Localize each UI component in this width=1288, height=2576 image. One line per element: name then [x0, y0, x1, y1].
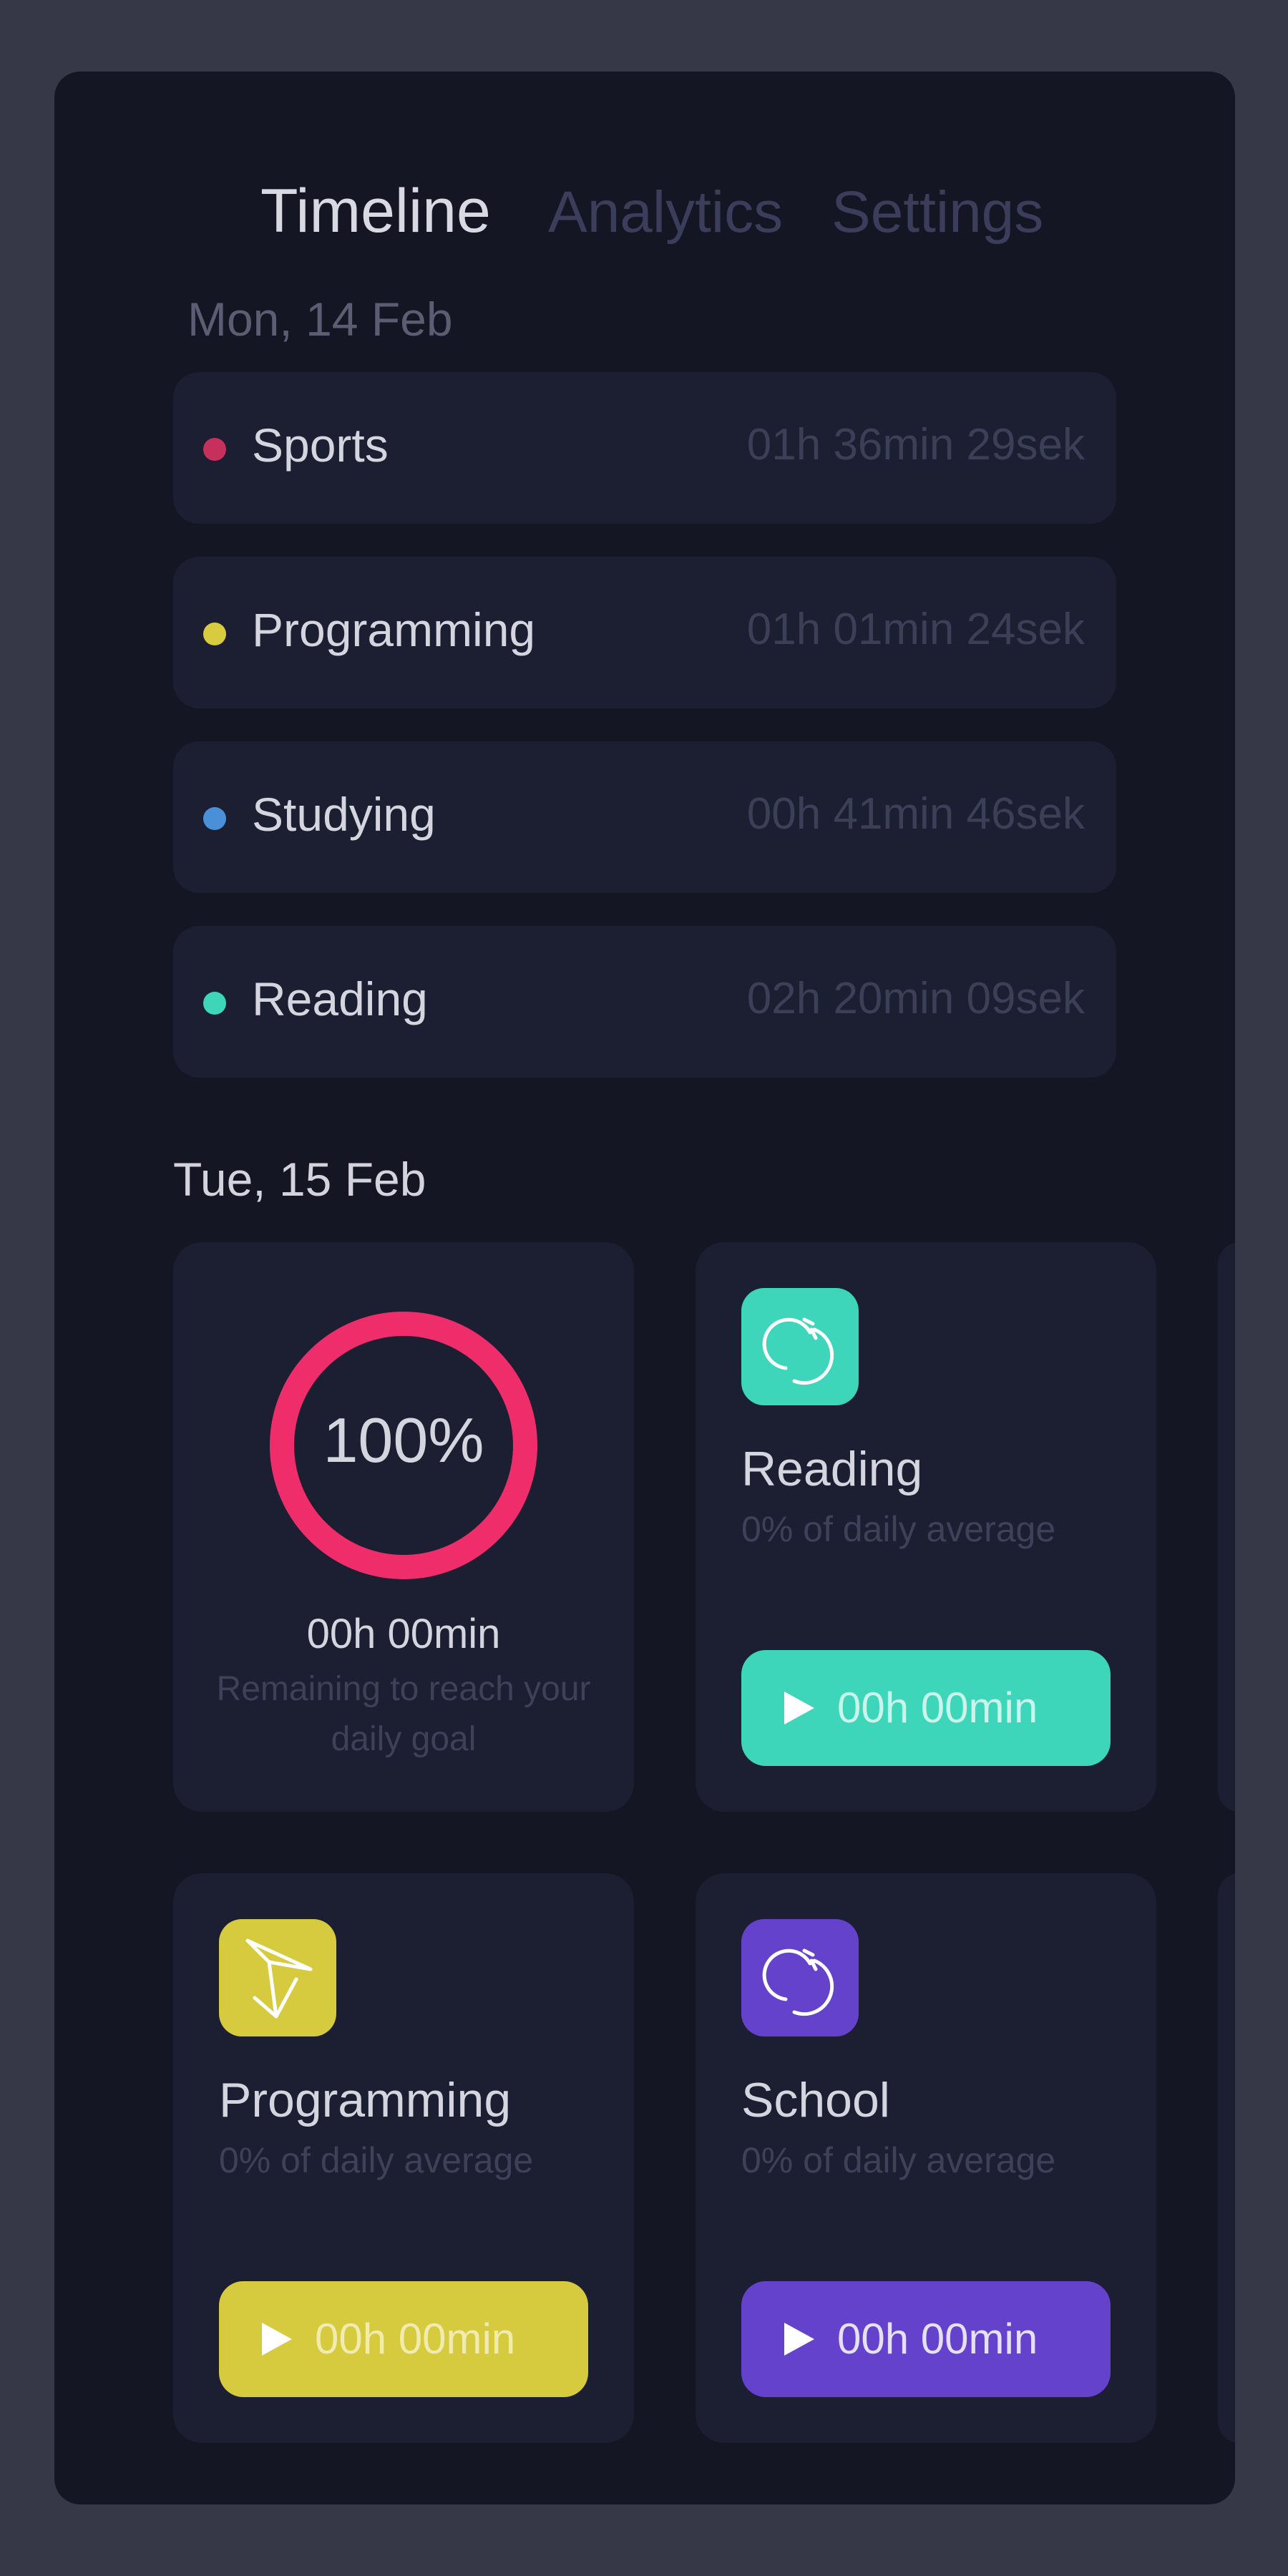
- start-timer-button[interactable]: 00h 00min: [219, 2281, 588, 2397]
- timer-value: 00h 00min: [837, 2315, 1038, 2363]
- entry-duration: 02h 20min 09sek: [746, 974, 1085, 1023]
- activity-title: School: [741, 2073, 890, 2127]
- refresh-circles-icon: [741, 1919, 859, 2036]
- tab-bar: Timeline Analytics Settings: [54, 176, 1235, 265]
- activity-title: Programming: [219, 2073, 512, 2127]
- timer-value: 00h 00min: [315, 2315, 516, 2363]
- entry-name: Reading: [252, 972, 428, 1025]
- start-timer-button[interactable]: 00h 00min: [741, 2281, 1111, 2397]
- refresh-circles-icon: [741, 1288, 859, 1405]
- goal-remaining-time: 00h 00min: [306, 1611, 501, 1657]
- activity-card-partial[interactable]: [1218, 1242, 1235, 1812]
- entry-duration: 00h 41min 46sek: [746, 789, 1085, 839]
- goal-subtitle: Remaining to reach your daily goal: [216, 1670, 591, 1758]
- play-icon: [784, 2323, 814, 2356]
- activity-subtitle: 0% of daily average: [219, 2140, 534, 2180]
- goal-progress-ring: 100%: [269, 1311, 538, 1580]
- activity-subtitle: 0% of daily average: [741, 2140, 1056, 2180]
- entry-duration: 01h 01min 24sek: [746, 605, 1085, 654]
- timer-value: 00h 00min: [837, 1684, 1038, 1732]
- entry-name: Sports: [252, 419, 389, 472]
- goal-percent: 100%: [323, 1405, 484, 1475]
- tab-analytics[interactable]: Analytics: [548, 179, 783, 246]
- entry-duration: 01h 36min 29sek: [746, 420, 1085, 469]
- activity-card-reading[interactable]: Reading 0% of daily average 00h 00min: [696, 1242, 1156, 1812]
- category-dot: [203, 992, 226, 1015]
- category-dot: [203, 438, 226, 461]
- date-heading-day2: Tue, 15 Feb: [173, 1153, 426, 1206]
- activity-subtitle: 0% of daily average: [741, 1509, 1056, 1549]
- date-heading-day1: Mon, 14 Feb: [187, 293, 453, 346]
- daily-goal-card: 100% 00h 00min Remaining to reach your d…: [173, 1242, 634, 1812]
- play-icon: [784, 1692, 814, 1724]
- activity-card-partial[interactable]: [1218, 1873, 1235, 2443]
- activity-card-programming[interactable]: Programming 0% of daily average 00h 00mi…: [173, 1873, 634, 2443]
- timeline-entry-programming[interactable]: Programming 01h 01min 24sek: [173, 557, 1116, 708]
- timeline-entry-sports[interactable]: Sports 01h 36min 29sek: [173, 372, 1116, 524]
- timeline-entry-studying[interactable]: Studying 00h 41min 46sek: [173, 741, 1116, 893]
- category-dot: [203, 807, 226, 830]
- compass-icon: [219, 1919, 336, 2036]
- entry-name: Studying: [252, 788, 436, 841]
- app-screen: Timeline Analytics Settings Mon, 14 Feb …: [54, 72, 1235, 2504]
- start-timer-button[interactable]: 00h 00min: [741, 1650, 1111, 1766]
- tab-settings[interactable]: Settings: [831, 179, 1043, 246]
- activity-card-school[interactable]: School 0% of daily average 00h 00min: [696, 1873, 1156, 2443]
- play-icon: [262, 2323, 292, 2356]
- timeline-entry-reading[interactable]: Reading 02h 20min 09sek: [173, 926, 1116, 1078]
- activity-title: Reading: [741, 1442, 923, 1496]
- category-dot: [203, 623, 226, 645]
- entry-name: Programming: [252, 603, 536, 656]
- tab-timeline[interactable]: Timeline: [260, 176, 491, 247]
